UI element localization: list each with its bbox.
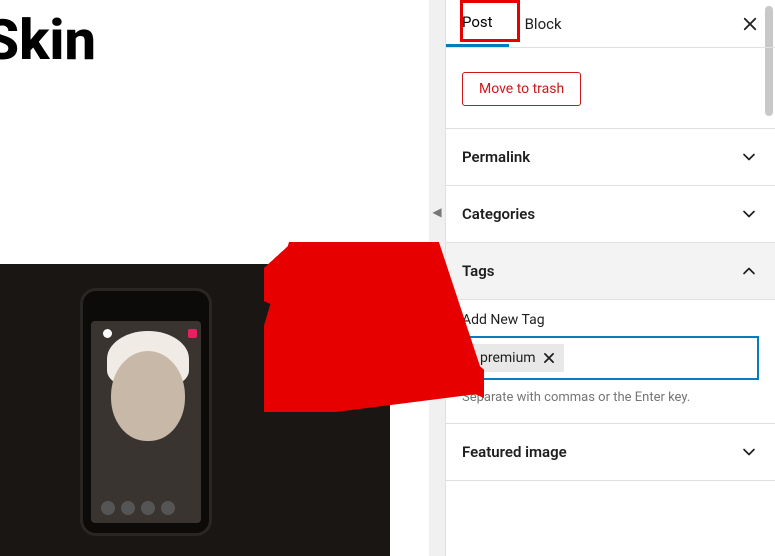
tags-input-container[interactable]: premium xyxy=(462,336,759,380)
image-block[interactable] xyxy=(0,264,390,556)
close-sidebar-button[interactable] xyxy=(725,0,775,47)
chevron-down-icon xyxy=(739,147,759,167)
panel-label: Permalink xyxy=(462,148,530,166)
tab-post[interactable]: Post xyxy=(446,0,509,47)
collapse-arrow-icon[interactable]: ◀ xyxy=(431,200,443,224)
status-panel: Move to trash xyxy=(446,48,775,129)
sidebar-gutter: ◀ xyxy=(429,0,445,556)
tags-input[interactable] xyxy=(570,350,749,366)
editor-canvas: e Skin xyxy=(0,0,426,556)
panel-tags-header[interactable]: Tags xyxy=(446,243,775,300)
sidebar-tabs: Post Block xyxy=(446,0,775,48)
chevron-up-icon xyxy=(739,261,759,281)
tag-token-label: premium xyxy=(480,350,536,366)
tag-token: premium xyxy=(472,344,564,372)
add-new-tag-label: Add New Tag xyxy=(462,312,759,328)
phone-illustration xyxy=(80,288,212,536)
tab-block[interactable]: Block xyxy=(509,0,578,47)
close-icon xyxy=(741,15,759,33)
panel-tags-body: Add New Tag premium Separate with commas… xyxy=(446,300,775,424)
panel-label: Categories xyxy=(462,205,535,223)
chevron-down-icon xyxy=(739,204,759,224)
move-to-trash-button[interactable]: Move to trash xyxy=(462,72,581,106)
panel-featured-image[interactable]: Featured image xyxy=(446,424,775,481)
remove-tag-icon[interactable] xyxy=(542,351,556,365)
panel-categories[interactable]: Categories xyxy=(446,186,775,243)
panel-permalink[interactable]: Permalink xyxy=(446,129,775,186)
settings-sidebar: Post Block Move to trash Permalink Categ… xyxy=(445,0,775,556)
post-title[interactable]: e Skin xyxy=(0,0,426,72)
panel-label: Tags xyxy=(462,262,495,280)
tags-hint: Separate with commas or the Enter key. xyxy=(462,390,759,405)
panel-label: Featured image xyxy=(462,443,567,461)
chevron-down-icon xyxy=(739,442,759,462)
